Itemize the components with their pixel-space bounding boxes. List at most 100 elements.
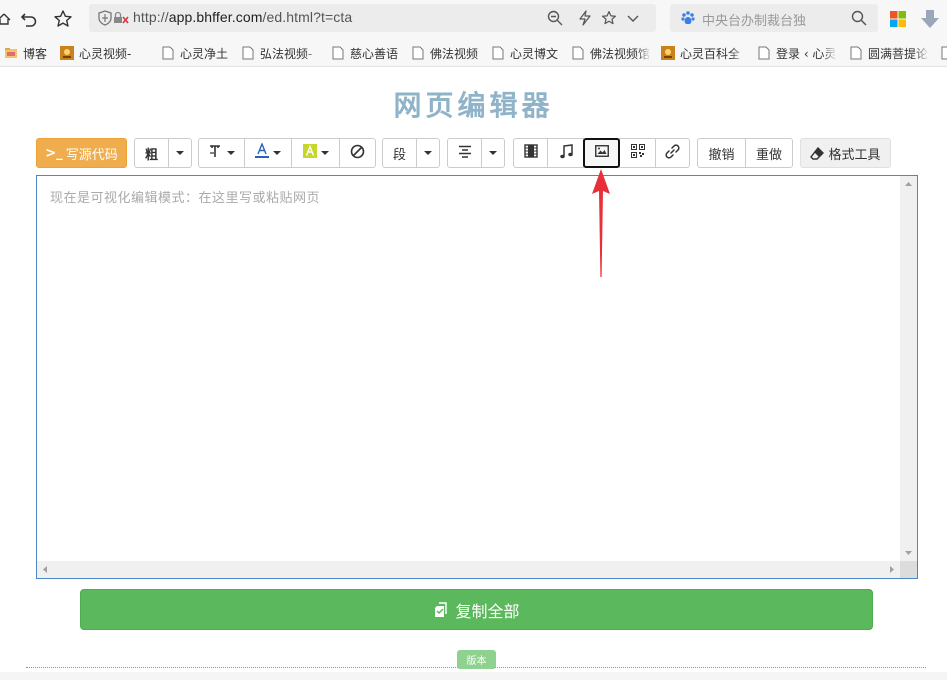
bold-dropdown[interactable]: [168, 138, 192, 168]
bookmark-label: 心灵视频-: [79, 46, 132, 61]
caret-down-icon: [489, 151, 497, 155]
paragraph-label: 段: [392, 147, 406, 163]
highlight-color-button[interactable]: [291, 138, 340, 168]
font-color-button[interactable]: [244, 138, 292, 168]
text-height-icon: [209, 144, 223, 162]
address-bar[interactable]: http://app.bhffer.com/ed.html?t=cta: [89, 4, 656, 32]
bookmark-item[interactable]: 佛法视频馆: [571, 44, 651, 62]
label-fade: [305, 44, 319, 62]
browser-navbar: http://app.bhffer.com/ed.html?t=cta 中央台办…: [0, 0, 947, 38]
bookmark-item[interactable]: 圆满菩提论: [849, 44, 929, 62]
chevron-down-icon[interactable]: [624, 9, 642, 27]
film-icon: [523, 144, 538, 162]
source-code-label: 写源代码: [65, 147, 118, 163]
clear-format-button[interactable]: [339, 138, 376, 168]
caret-down-icon: [176, 151, 184, 155]
windows-logo-icon[interactable]: [888, 9, 908, 29]
scroll-right-icon[interactable]: [883, 561, 900, 578]
url-scheme: http://: [133, 9, 169, 25]
insert-video-button[interactable]: [513, 138, 548, 168]
insert-qrcode-button[interactable]: [619, 138, 656, 168]
zoom-icon[interactable]: [546, 9, 564, 27]
version-badge[interactable]: 版本: [457, 650, 496, 669]
bookmark-item[interactable]: 博客: [4, 44, 54, 62]
undo-nav-icon[interactable]: [19, 9, 39, 29]
search-icon[interactable]: [850, 9, 868, 27]
bookmark-overflow[interactable]: [940, 44, 947, 62]
bookmark-label: 心灵博文: [510, 46, 559, 61]
bookmark-item[interactable]: 心灵视频-: [60, 44, 144, 62]
page-icon: [940, 46, 947, 60]
source-code-button[interactable]: >_ 写源代码: [36, 138, 127, 168]
align-dropdown[interactable]: [481, 138, 505, 168]
bookmark-item[interactable]: 慈心善语: [331, 44, 401, 62]
copy-icon: [433, 601, 449, 618]
home-icon[interactable]: [0, 9, 14, 29]
horizontal-scrollbar[interactable]: [37, 561, 900, 578]
align-button[interactable]: [447, 138, 482, 168]
editor-placeholder: 现在是可视化编辑模式：在这里写或粘贴网页: [50, 191, 321, 206]
caret-down-icon: [273, 151, 281, 155]
copy-all-button[interactable]: 复制全部: [80, 589, 873, 630]
favorite-star-icon[interactable]: [53, 9, 73, 29]
bold-button[interactable]: 粗: [134, 138, 169, 168]
insecure-lock-icon[interactable]: [112, 9, 130, 27]
bookmark-item[interactable]: 登录 ‹ 心灵: [757, 44, 837, 62]
bookmark-item[interactable]: 弘法视频-: [241, 44, 319, 62]
url-domain: app.bhffer.com: [168, 9, 263, 25]
search-box[interactable]: 中央台办制裁台独: [670, 4, 878, 32]
bookmark-label: 心灵净土: [180, 46, 229, 61]
highlight-icon: [302, 144, 317, 162]
insert-music-button[interactable]: [547, 138, 584, 168]
bookmark-item[interactable]: 心灵净土: [161, 44, 231, 62]
redo-button[interactable]: 重做: [745, 138, 793, 168]
ban-icon: [350, 144, 365, 163]
bottom-strip: [0, 672, 947, 680]
folder-icon: [4, 46, 18, 60]
page-icon: [757, 46, 771, 60]
site-logo-icon: [661, 46, 675, 60]
paragraph-dropdown[interactable]: [416, 138, 440, 168]
vertical-scrollbar[interactable]: [900, 176, 917, 561]
paragraph-button[interactable]: 段: [382, 138, 417, 168]
insert-link-button[interactable]: [655, 138, 690, 168]
label-fade: [915, 44, 929, 62]
label-fade: [637, 44, 651, 62]
bookmarks-bar: 博客 心灵视频- 心灵净土 弘法视频- 慈心善语 佛法视频 心灵博文 佛法视频馆…: [0, 38, 947, 67]
download-icon[interactable]: [920, 9, 940, 29]
font-size-button[interactable]: [198, 138, 245, 168]
align-center-icon: [458, 145, 472, 162]
scroll-left-icon[interactable]: [37, 561, 54, 578]
page-icon: [411, 46, 425, 60]
link-icon: [665, 143, 680, 163]
qrcode-icon: [630, 144, 645, 162]
page-icon: [571, 46, 585, 60]
scroll-up-icon[interactable]: [900, 176, 917, 193]
format-tools-button[interactable]: 格式工具: [800, 138, 891, 168]
undo-label: 撤销: [708, 147, 735, 163]
caret-down-icon: [320, 151, 329, 155]
page-icon: [161, 46, 175, 60]
url-text[interactable]: http://app.bhffer.com/ed.html?t=cta: [133, 9, 352, 25]
page-icon: [241, 46, 255, 60]
page-icon: [849, 46, 863, 60]
bookmark-label: 佛法视频: [430, 46, 479, 61]
bookmark-item[interactable]: 心灵百科全: [661, 44, 745, 62]
image-icon: [594, 145, 609, 161]
label-fade: [823, 44, 837, 62]
lightning-icon[interactable]: [576, 9, 594, 27]
bookmark-item[interactable]: 心灵博文: [491, 44, 561, 62]
font-color-icon: [255, 142, 269, 163]
undo-button[interactable]: 撤销: [697, 138, 746, 168]
insert-image-button[interactable]: [583, 138, 620, 168]
scroll-down-icon[interactable]: [900, 544, 917, 561]
editor-area[interactable]: 现在是可视化编辑模式：在这里写或粘贴网页: [36, 175, 918, 579]
label-fade: [130, 44, 144, 62]
bookmark-item[interactable]: 佛法视频: [411, 44, 481, 62]
search-placeholder: 中央台办制裁台独: [702, 14, 807, 29]
bookmark-star-icon[interactable]: [600, 9, 618, 27]
scrollbar-corner: [900, 561, 917, 578]
bookmark-label: 博客: [23, 46, 48, 61]
site-logo-icon: [60, 46, 74, 60]
music-note-icon: [559, 143, 573, 163]
